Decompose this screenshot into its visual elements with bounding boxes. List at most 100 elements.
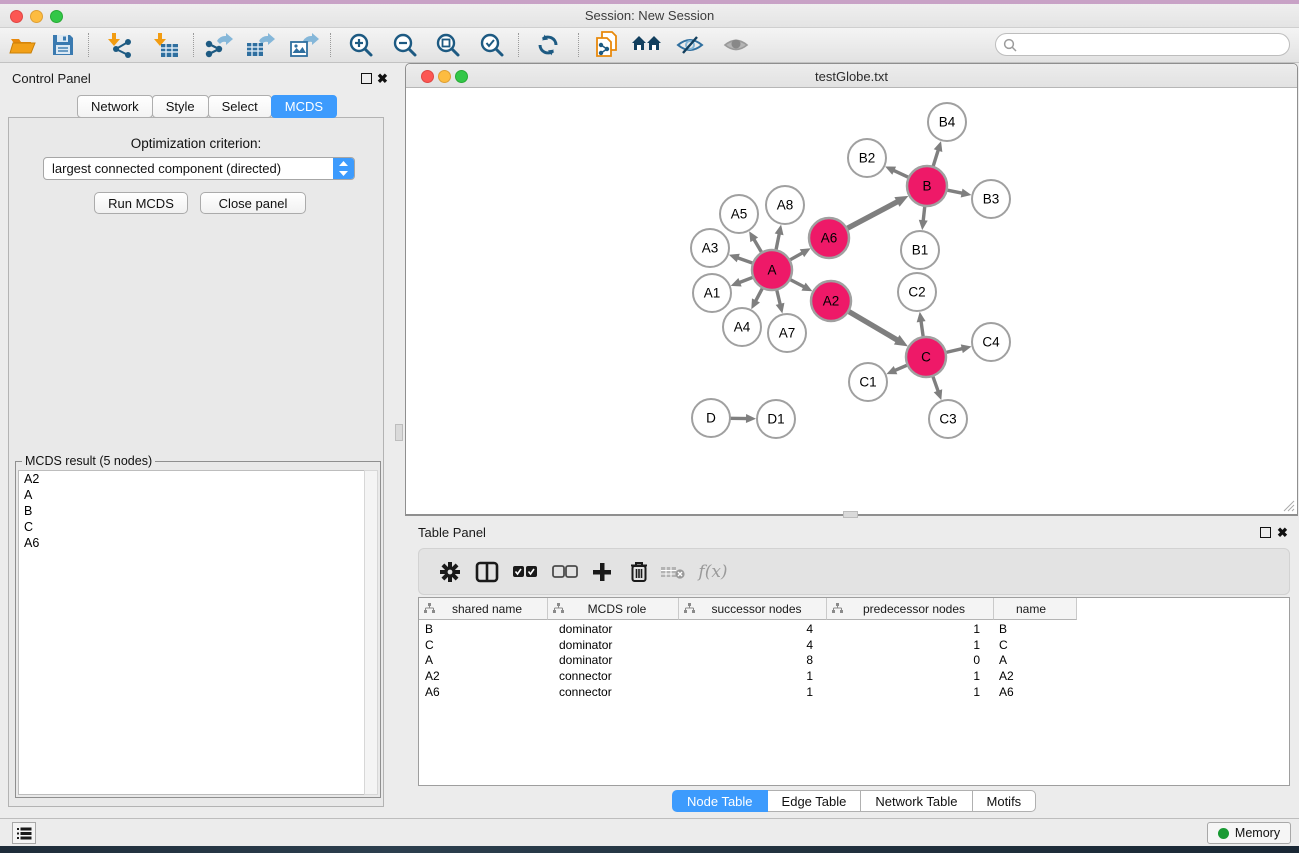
tab-edge-table[interactable]: Edge Table xyxy=(767,790,862,812)
new-network-from-selection-button[interactable] xyxy=(590,31,624,59)
delete-table-button[interactable] xyxy=(657,557,689,587)
hide-panel-button[interactable] xyxy=(673,31,707,59)
network-canvas[interactable]: B4B2BB3A8A5A6A3B1AC2A1A2A4A7C4CC1C3DD1 xyxy=(406,89,1297,515)
table-row[interactable]: A2connector11A2 xyxy=(419,669,1289,685)
column-header-MCDS-role[interactable]: MCDS role xyxy=(548,598,679,620)
edge-C-C1[interactable] xyxy=(894,365,909,371)
edge-C-C3[interactable] xyxy=(932,375,938,393)
tab-network-table[interactable]: Network Table xyxy=(860,790,972,812)
tab-style[interactable]: Style xyxy=(152,95,209,118)
mcds-result-item[interactable]: A6 xyxy=(19,535,366,551)
toolbar-separator xyxy=(518,33,519,57)
tab-select[interactable]: Select xyxy=(208,95,272,118)
function-builder-button[interactable]: f(x) xyxy=(691,557,735,587)
add-column-button[interactable] xyxy=(586,557,618,587)
edge-A-A8[interactable] xyxy=(776,232,780,251)
node-label-A4: A4 xyxy=(734,320,751,335)
edge-A6-B[interactable] xyxy=(846,201,899,229)
refresh-view-button[interactable] xyxy=(531,31,565,59)
edge-B-B3[interactable] xyxy=(946,190,964,194)
edge-A-A6[interactable] xyxy=(789,252,804,261)
column-header-predecessor-nodes[interactable]: predecessor nodes xyxy=(827,598,994,620)
criterion-select[interactable]: largest connected component (directed) xyxy=(43,157,355,180)
column-header-name[interactable]: name xyxy=(994,598,1077,620)
table-row[interactable]: Cdominator41C xyxy=(419,638,1289,654)
edge-A-A1[interactable] xyxy=(738,277,754,283)
table-row[interactable]: Adominator80A xyxy=(419,653,1289,669)
delete-column-button[interactable] xyxy=(623,557,655,587)
table-settings-button[interactable] xyxy=(434,557,466,587)
edge-C-C4[interactable] xyxy=(945,348,964,352)
tab-motifs[interactable]: Motifs xyxy=(972,790,1037,812)
network-window-titlebar[interactable]: testGlobe.txt xyxy=(406,64,1297,88)
resize-grip-icon[interactable] xyxy=(1282,499,1295,512)
edge-A-A3[interactable] xyxy=(736,257,754,263)
control-panel-close-button[interactable]: ✖ xyxy=(377,73,388,84)
search-icon xyxy=(1003,38,1018,53)
memory-button[interactable]: Memory xyxy=(1207,822,1291,844)
left-splitter-handle[interactable] xyxy=(395,424,403,441)
table-cell: A2 xyxy=(419,669,548,685)
export-network-button[interactable] xyxy=(201,31,235,59)
save-session-button[interactable] xyxy=(46,31,80,59)
deselect-all-button[interactable] xyxy=(549,557,581,587)
close-panel-button[interactable]: Close panel xyxy=(200,192,306,214)
open-folder-icon xyxy=(9,33,37,57)
control-panel-tabs: Network Style Select MCDS xyxy=(78,95,337,118)
import-table-button[interactable] xyxy=(149,31,183,59)
search-input[interactable] xyxy=(995,33,1290,56)
edge-A-A2[interactable] xyxy=(789,279,806,288)
control-panel-float-button[interactable] xyxy=(361,73,372,84)
column-header-shared-name[interactable]: shared name xyxy=(419,598,548,620)
export-table-button[interactable] xyxy=(243,31,277,59)
tab-node-table[interactable]: Node Table xyxy=(672,790,768,812)
table-row[interactable]: Bdominator41B xyxy=(419,622,1289,638)
zoom-selected-icon xyxy=(479,32,505,58)
mcds-list-scrollbar[interactable] xyxy=(364,470,378,795)
edge-B-B1[interactable] xyxy=(923,205,925,222)
zoom-selected-button[interactable] xyxy=(475,31,509,59)
node-label-B2: B2 xyxy=(859,151,876,166)
select-all-button[interactable] xyxy=(509,557,541,587)
mcds-result-item[interactable]: C xyxy=(19,519,366,535)
column-header-successor-nodes[interactable]: successor nodes xyxy=(679,598,827,620)
zoom-in-button[interactable] xyxy=(344,31,378,59)
table-cell: dominator xyxy=(548,638,679,654)
select-all-icon xyxy=(512,565,538,579)
show-panel-button[interactable] xyxy=(719,31,753,59)
task-history-button[interactable] xyxy=(12,822,36,844)
mcds-result-item[interactable]: A2 xyxy=(19,471,366,487)
mcds-result-list[interactable]: A2ABCA6 xyxy=(18,470,366,795)
tab-network[interactable]: Network xyxy=(77,95,153,118)
mcds-result-item[interactable]: A xyxy=(19,487,366,503)
save-icon xyxy=(51,33,75,57)
zoom-fit-button[interactable] xyxy=(431,31,465,59)
table-cell: 0 xyxy=(827,653,994,669)
edge-C-C2[interactable] xyxy=(921,320,924,338)
show-columns-button[interactable] xyxy=(471,557,503,587)
edge-A-A5[interactable] xyxy=(753,238,762,254)
node-table[interactable]: shared name MCDS rolesuccessor nodesprede… xyxy=(418,597,1290,786)
edge-A-A4[interactable] xyxy=(755,287,763,302)
mcds-result-item[interactable]: B xyxy=(19,503,366,519)
open-session-button[interactable] xyxy=(6,31,40,59)
edge-A2-C[interactable] xyxy=(847,311,898,341)
home-layout-button[interactable] xyxy=(630,31,664,59)
run-mcds-button[interactable]: Run MCDS xyxy=(94,192,188,214)
edge-B-B4[interactable] xyxy=(933,149,939,168)
table-rows: Bdominator41BCdominator41CAdominator80AA… xyxy=(419,622,1289,700)
import-network-button[interactable] xyxy=(103,31,137,59)
table-panel-float-button[interactable] xyxy=(1260,527,1271,538)
edge-B-B2[interactable] xyxy=(892,170,909,178)
column-header-label: MCDS role xyxy=(564,602,678,616)
tab-mcds[interactable]: MCDS xyxy=(271,95,337,118)
edge-A-A7[interactable] xyxy=(776,288,780,305)
export-image-button[interactable] xyxy=(287,31,321,59)
delete-table-icon xyxy=(660,564,686,580)
table-panel-close-button[interactable]: ✖ xyxy=(1277,527,1288,538)
table-row[interactable]: A6connector11A6 xyxy=(419,685,1289,701)
node-label-C4: C4 xyxy=(982,335,1000,350)
bottom-splitter-handle[interactable] xyxy=(843,511,858,518)
zoom-out-button[interactable] xyxy=(388,31,422,59)
desktop-background xyxy=(0,846,1299,853)
